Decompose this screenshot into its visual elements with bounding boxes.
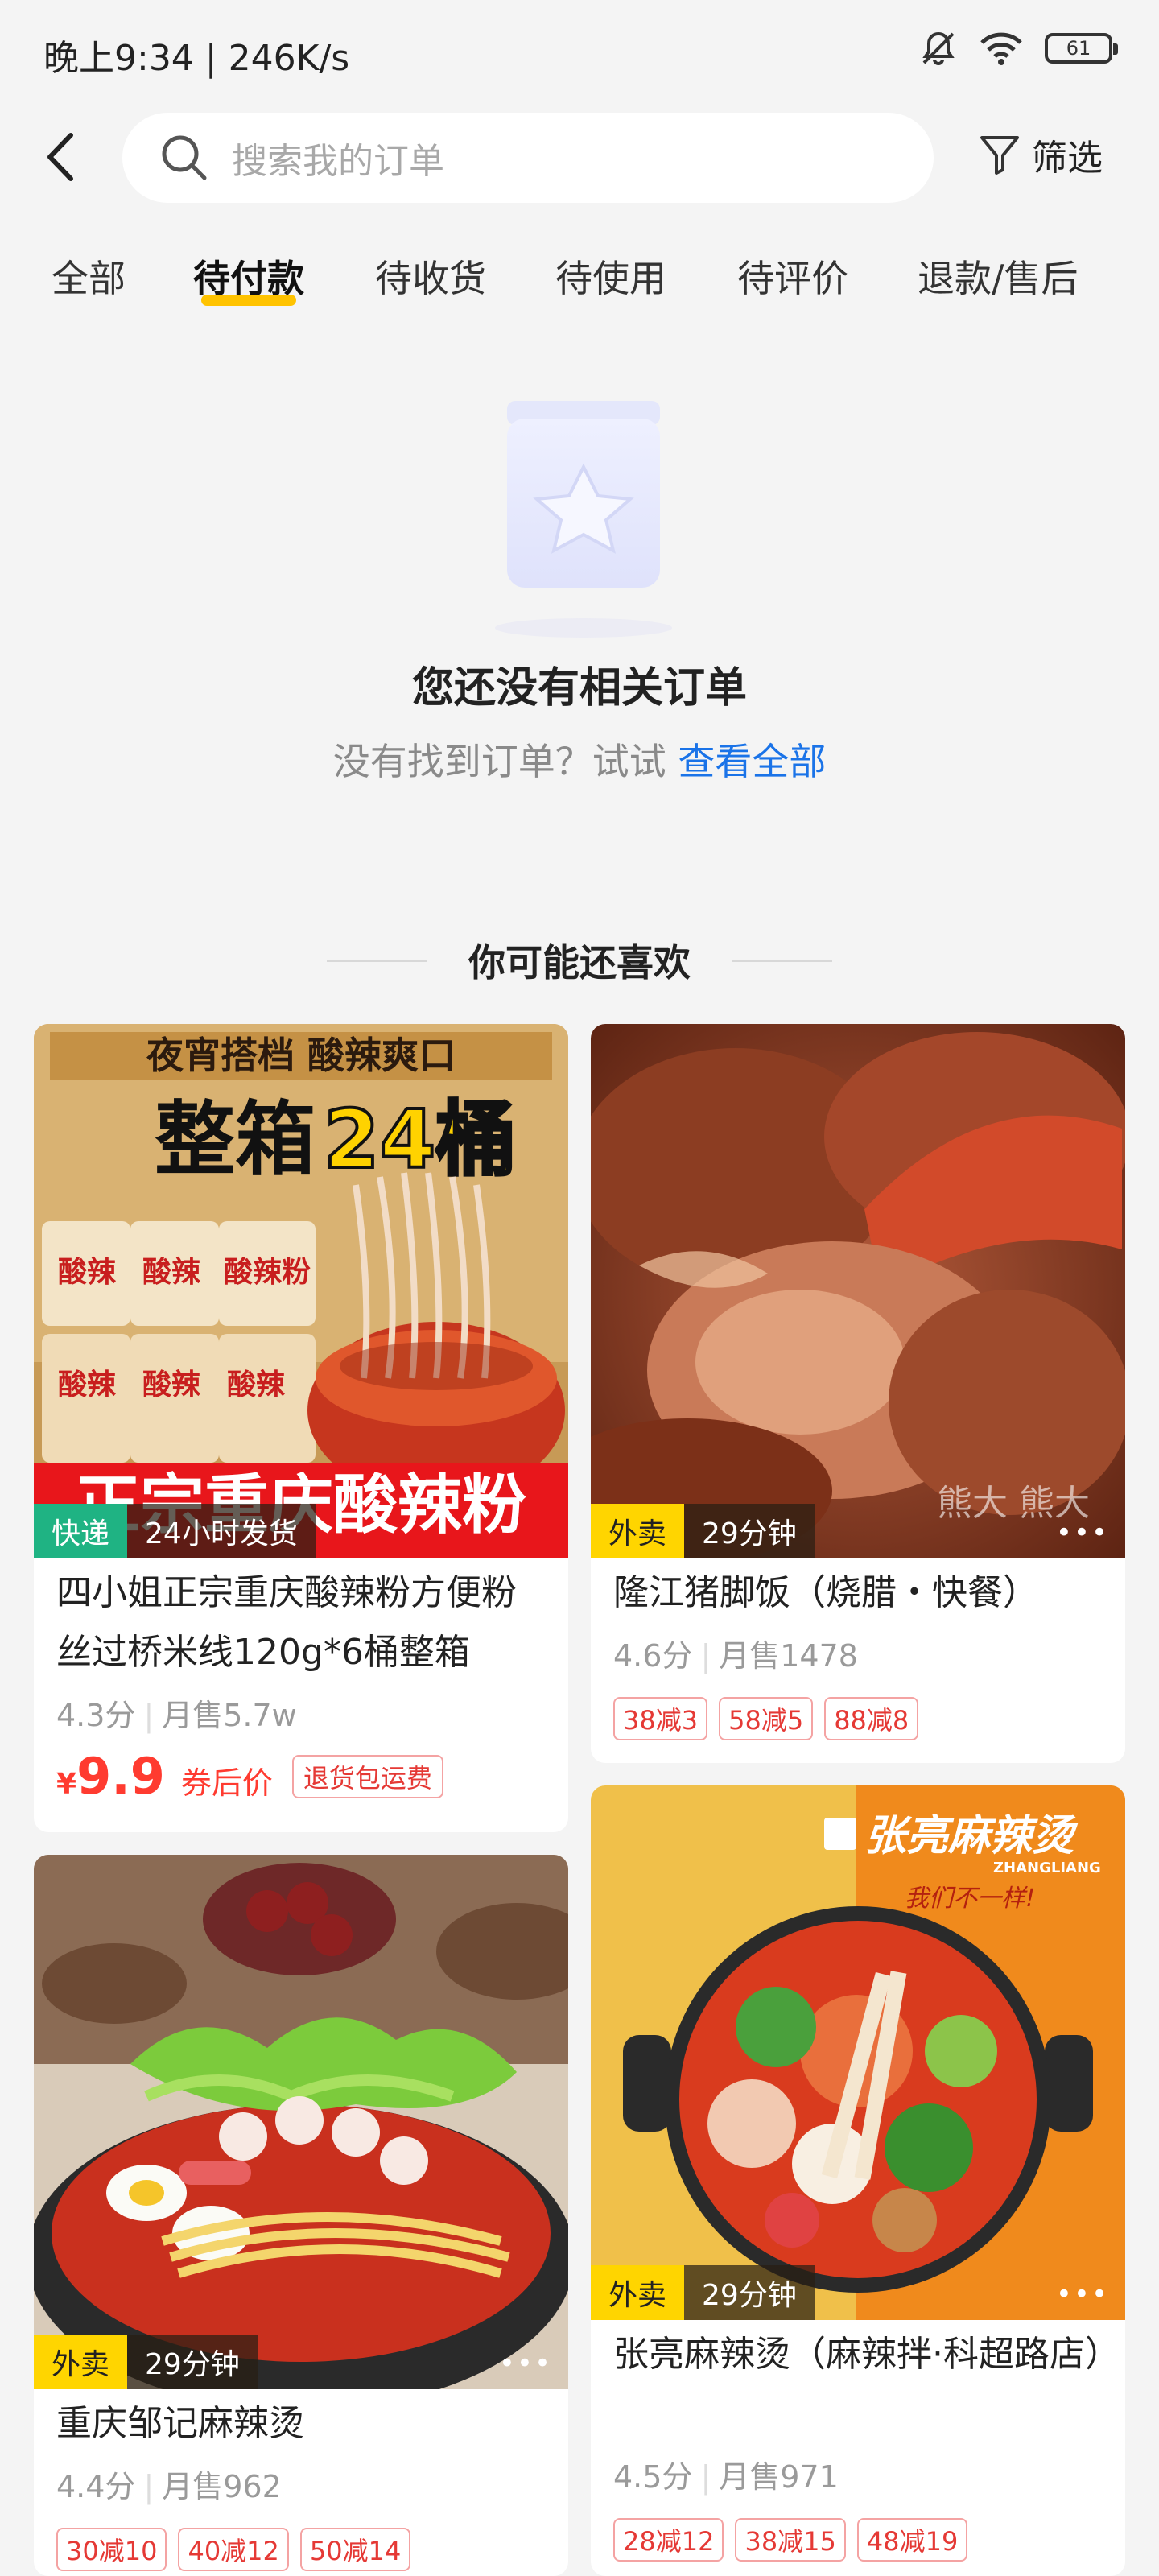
tab-all[interactable]: 全部 (52, 250, 126, 303)
filter-button[interactable]: 筛选 (979, 129, 1103, 180)
monthly-sales: 月售971 (719, 2459, 839, 2495)
product-meta: 4.5分 | 月售971 (613, 2459, 839, 2495)
price-symbol: ¥ (56, 1768, 77, 1801)
product-meta: 4.4分 | 月售962 (56, 2469, 282, 2504)
promo-badge: 30减10 (56, 2528, 167, 2571)
svg-text:整箱: 整箱 (155, 1092, 316, 1187)
svg-text:夜宵搭档 酸辣爽口: 夜宵搭档 酸辣爽口 (146, 1034, 456, 1077)
free-return-badge: 退货包运费 (291, 1754, 443, 1798)
back-button[interactable] (40, 129, 80, 185)
empty-subtitle: 没有找到订单？试试 查看全部 (332, 740, 827, 783)
promo-row: 28减12 38减15 48减19 (613, 2518, 968, 2562)
product-card[interactable]: 熊大 熊大 外卖 29分钟 ••• 隆江猪脚饭（烧腊・快餐） 4.6分 | 月售14… (591, 1024, 1125, 1763)
status-icons: 61 (919, 29, 1118, 68)
product-image: 夜宵搭档 酸辣爽口 整箱 24桶 酸辣 酸辣 酸辣粉 酸辣 酸辣 酸辣 (34, 1024, 568, 1558)
promo-badge: 88减8 (824, 1697, 919, 1740)
chevron-left-icon (47, 133, 73, 181)
price: 9.9 (76, 1747, 165, 1806)
view-all-link[interactable]: 查看全部 (678, 740, 826, 783)
tag-takeout: 外卖 (591, 1504, 685, 1558)
monthly-sales: 月售1478 (719, 1638, 858, 1674)
product-meta: 4.6分 | 月售1478 (613, 1638, 858, 1674)
tag-delivery-time: 29分钟 (684, 1504, 815, 1558)
svg-text:酸辣: 酸辣 (58, 1368, 117, 1402)
empty-jar-illustration (495, 401, 672, 638)
filter-label: 筛选 (1032, 138, 1103, 179)
product-title: 隆江猪脚饭（烧腊・快餐） (613, 1572, 1038, 1613)
tag-delivery-time: 29分钟 (127, 2334, 258, 2389)
tag-express: 快递 (34, 1504, 128, 1558)
product-card[interactable]: 夜宵搭档 酸辣爽口 整箱 24桶 酸辣 酸辣 酸辣粉 酸辣 酸辣 酸辣 快递 2… (34, 1024, 568, 1832)
svg-text:酸辣: 酸辣 (142, 1256, 201, 1289)
rating: 4.6分 (613, 1638, 693, 1674)
promo-badge: 38减3 (613, 1697, 708, 1740)
tag-delivery-time: 29分钟 (684, 2265, 815, 2320)
tag-takeout: 外卖 (34, 2334, 128, 2389)
tag-ship-time: 24小时发货 (127, 1504, 316, 1558)
svg-text:ZHANGLIANG: ZHANGLIANG (993, 1860, 1101, 1876)
product-title: 重庆邹记麻辣烫 (56, 2403, 304, 2444)
tab-pending-review[interactable]: 待评价 (737, 250, 848, 303)
svg-text:张亮麻辣烫: 张亮麻辣烫 (864, 1812, 1079, 1860)
status-time: 晚上9:34 | 246K/s (43, 38, 350, 79)
rating: 4.5分 (613, 2459, 693, 2495)
delivery-tags: 外卖 29分钟 (591, 1504, 1125, 1558)
tab-pending-payment[interactable]: 待付款 (193, 250, 304, 306)
svg-text:酸辣: 酸辣 (58, 1256, 117, 1289)
product-card[interactable]: 张亮麻辣烫 ZHANGLIANG 我们不一样! 外卖 29分钟 ••• 张亮麻辣… (591, 1785, 1125, 2576)
search-placeholder: 搜索我的订单 (232, 141, 444, 182)
promo-row: 30减10 40减12 50减14 (56, 2528, 411, 2571)
tag-takeout: 外卖 (591, 2265, 685, 2320)
tab-pending-receipt[interactable]: 待收货 (375, 250, 486, 303)
mute-bell-icon (922, 31, 955, 65)
tab-pending-use[interactable]: 待使用 (555, 250, 666, 303)
wifi-icon (980, 32, 1022, 65)
product-card[interactable]: 外卖 29分钟 ••• 重庆邹记麻辣烫 4.4分 | 月售962 30减10 40减… (34, 1855, 568, 2576)
svg-text:酸辣: 酸辣 (227, 1368, 286, 1402)
product-meta: 4.3分 | 月售5.7w (56, 1698, 297, 1733)
promo-row: 38减3 58减5 88减8 (613, 1697, 919, 1740)
search-input[interactable]: 搜索我的订单 (122, 113, 934, 203)
rating: 4.3分 (56, 1698, 136, 1733)
svg-text:酸辣: 酸辣 (142, 1368, 201, 1402)
funnel-icon (980, 136, 1019, 175)
status-bar: 晚上9:34 | 246K/s 61 (0, 0, 1159, 100)
product-title: 四小姐正宗重庆酸辣粉方便粉丝过桥米线120g*6桶整箱 (56, 1572, 517, 1673)
monthly-sales: 月售962 (162, 2469, 282, 2504)
delivery-tags: 外卖 29分钟 (591, 2265, 1125, 2320)
product-image: 张亮麻辣烫 ZHANGLIANG 我们不一样! (591, 1785, 1125, 2320)
product-title: 张亮麻辣烫（麻辣拌·科超路店） (613, 2334, 1120, 2375)
svg-text:24桶: 24桶 (324, 1092, 516, 1187)
promo-badge: 58减5 (719, 1697, 814, 1740)
order-tabs: 全部 待付款 待收货 待使用 待评价 退款/售后 (0, 242, 1159, 306)
price-row: ¥9.9 券后价 退货包运费 (56, 1747, 443, 1806)
promo-badge: 40减12 (178, 2528, 289, 2571)
recommend-heading: 你可能还喜欢 (468, 941, 691, 985)
search-icon (162, 135, 207, 180)
promo-badge: 48减19 (856, 2518, 968, 2562)
svg-text:酸辣粉: 酸辣粉 (224, 1256, 311, 1289)
price-note: 券后价 (180, 1765, 273, 1801)
product-image: 熊大 熊大 (591, 1024, 1125, 1558)
product-image (34, 1855, 568, 2389)
svg-text:我们不一样!: 我们不一样! (905, 1885, 1035, 1913)
empty-title: 您还没有相关订单 (411, 664, 747, 712)
delivery-tags: 快递 24小时发货 (34, 1504, 316, 1558)
battery-icon: 61 (1045, 33, 1118, 64)
promo-badge: 28减12 (613, 2518, 724, 2562)
more-icon[interactable]: ••• (1056, 2278, 1109, 2310)
promo-badge: 50减14 (299, 2528, 411, 2571)
rating: 4.4分 (56, 2469, 136, 2504)
more-icon[interactable]: ••• (499, 2347, 552, 2380)
delivery-tags: 外卖 29分钟 (34, 2334, 568, 2389)
monthly-sales: 月售5.7w (162, 1698, 297, 1733)
tab-refund-aftersale[interactable]: 退款/售后 (918, 250, 1079, 303)
more-icon[interactable]: ••• (1056, 1517, 1109, 1549)
promo-badge: 38减15 (735, 2518, 846, 2562)
divider-right (732, 960, 832, 962)
